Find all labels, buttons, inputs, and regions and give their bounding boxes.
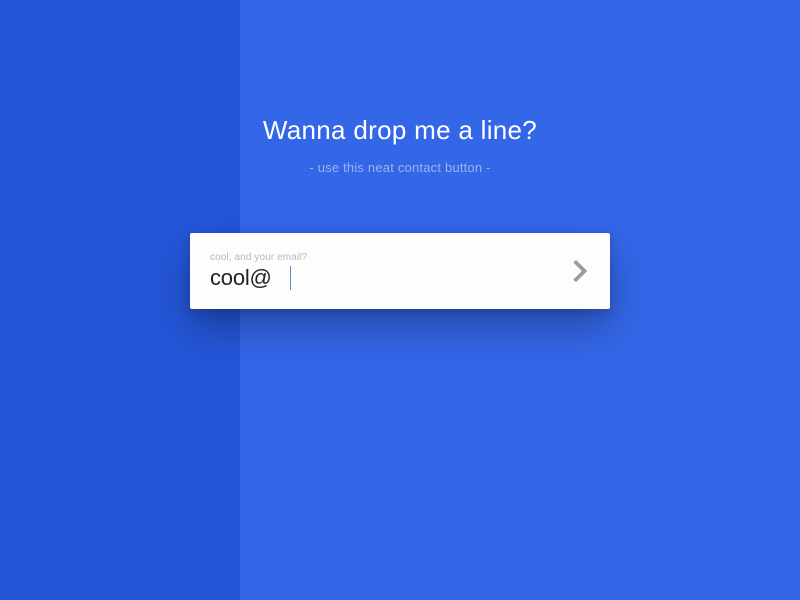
email-input-row[interactable]: cool@ <box>210 265 560 291</box>
contact-card: cool, and your email? cool@ <box>190 233 610 309</box>
text-cursor <box>290 266 291 290</box>
email-label: cool, and your email? <box>210 252 560 263</box>
email-field[interactable]: cool@ <box>210 265 290 291</box>
chevron-right-icon <box>565 260 588 283</box>
page-title: Wanna drop me a line? <box>263 115 537 146</box>
submit-button[interactable] <box>560 255 592 287</box>
email-input-wrapper: cool, and your email? cool@ <box>210 252 560 291</box>
page-subtitle: - use this neat contact button - <box>309 160 490 175</box>
content-container: Wanna drop me a line? - use this neat co… <box>0 0 800 600</box>
